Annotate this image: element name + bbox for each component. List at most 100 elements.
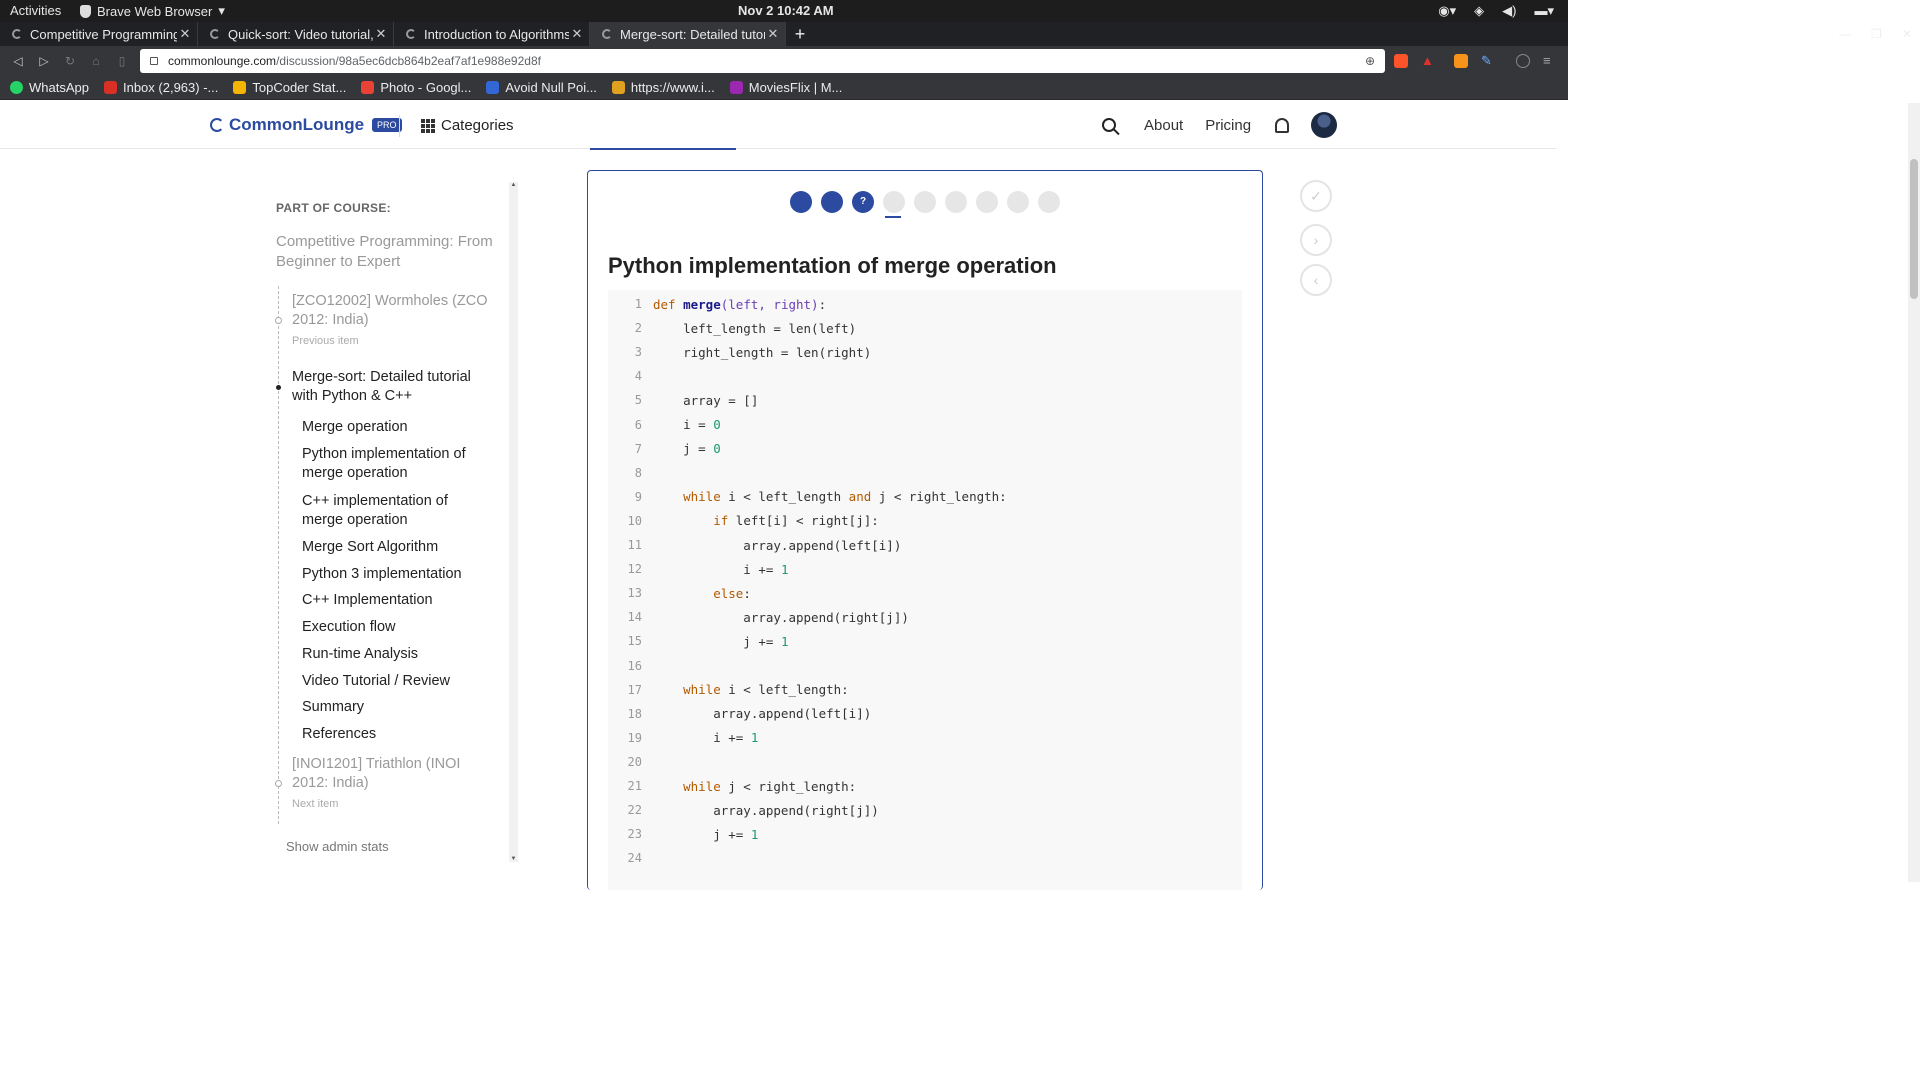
close-tab-icon[interactable]: ✕ [373,26,389,42]
back-button[interactable]: ◁ [9,52,27,70]
bookmark-whatsapp[interactable]: WhatsApp [10,80,89,95]
toc-merge-sort-algorithm[interactable]: Merge Sort Algorithm [302,538,492,557]
progress-step[interactable] [790,191,812,213]
code-line: 24 [608,846,1242,870]
pro-badge: PRO [372,118,402,132]
minimize-icon[interactable]: — [1839,27,1851,41]
app-menu[interactable]: Brave Web Browser ▾ [80,3,225,19]
user-avatar[interactable] [1311,112,1338,138]
progress-step[interactable] [976,191,998,213]
progress-step[interactable]: ? [852,191,874,213]
code-token: i = [653,417,714,432]
restore-icon[interactable]: ❐ [1871,27,1882,41]
network-icon: ◈ [1474,3,1485,18]
bookmark-moviesflix[interactable]: MoviesFlix | M... [729,80,842,95]
toc-video-tutorial[interactable]: Video Tutorial / Review [302,672,492,691]
next-item-link[interactable]: [INOI1201] Triathlon (INOI 2012: India) … [292,755,492,814]
line-number: 24 [627,851,642,866]
code-line: 7 j = 0 [608,437,1242,461]
mark-complete-button[interactable]: ✓ [1300,180,1332,212]
close-tab-icon[interactable]: ✕ [177,26,193,42]
clock[interactable]: Nov 2 10:42 AM [738,3,834,18]
scroll-down-arrow-icon[interactable]: ▼ [509,856,518,862]
show-admin-stats-link[interactable]: Show admin stats [286,839,389,854]
extension-icon[interactable] [1454,54,1468,68]
tab-quick-sort[interactable]: Quick-sort: Video tutorial, ✕ [198,22,394,46]
progress-step[interactable] [821,191,843,213]
next-step-button[interactable]: › [1300,224,1332,256]
tab-introduction-to-algorithms[interactable]: Introduction to Algorithms ✕ [394,22,590,46]
bookmark-google-photos[interactable]: Photo - Googl... [361,80,471,95]
search-icon[interactable] [1102,118,1116,132]
toc-execution-flow[interactable]: Execution flow [302,618,492,637]
toc-python-merge[interactable]: Python implementation of merge operation [302,445,492,483]
activities-button[interactable]: Activities [10,3,61,18]
previous-item-title: [ZCO12002] Wormholes (ZCO 2012: India) [292,293,488,328]
check-icon: ✓ [1310,188,1322,204]
sidebar-scrollbar[interactable]: ▲ ▼ [509,182,518,862]
progress-step[interactable] [914,191,936,213]
toc-cpp-implementation[interactable]: C++ Implementation [302,591,492,610]
system-tray[interactable]: ◉▾ ◈ ◀) ▬▾ [1438,3,1554,19]
current-item[interactable]: Merge-sort: Detailed tutorial with Pytho… [292,368,492,406]
bookmarks-bar: WhatsApp Inbox (2,963) -... TopCoder Sta… [0,76,1568,100]
volume-icon: ◀) [1502,3,1517,18]
previous-item-link[interactable]: [ZCO12002] Wormholes (ZCO 2012: India) P… [292,292,492,351]
tab-title: Quick-sort: Video tutorial, [228,26,373,42]
toc-summary[interactable]: Summary [302,698,492,717]
progress-step[interactable] [883,191,905,213]
notifications-bell-icon[interactable] [1275,117,1290,133]
forward-button[interactable]: ▷ [35,52,53,70]
tab-strip: Competitive Programming ✕ Quick-sort: Vi… [0,22,1568,46]
bookmark-topcoder[interactable]: TopCoder Stat... [233,80,346,95]
close-tab-icon[interactable]: ✕ [765,26,781,42]
scroll-up-arrow-icon[interactable]: ▲ [509,182,518,188]
course-link[interactable]: Competitive Programming: From Beginner t… [276,232,496,272]
progress-step[interactable] [945,191,967,213]
nav-pricing[interactable]: Pricing [1205,117,1251,134]
bookmark-avoid-null[interactable]: Avoid Null Poi... [486,80,597,95]
brave-shields-icon[interactable] [1394,54,1408,68]
new-tab-button[interactable]: + [790,22,810,46]
zoom-icon[interactable]: ⊕ [1365,54,1375,68]
reload-button[interactable]: ↻ [61,52,79,70]
line-number: 1 [634,297,642,311]
close-tab-icon[interactable]: ✕ [569,26,585,42]
categories-menu[interactable]: Categories [421,117,514,134]
code-text: j += 1 [653,634,788,649]
page-scrollbar[interactable] [1908,103,1920,882]
commonlounge-logo[interactable]: CommonLounge PRO [210,115,402,135]
toc-cpp-merge[interactable]: C++ implementation of merge operation [302,492,492,530]
brave-rewards-icon[interactable]: ▲ [1421,54,1435,68]
bookmark-inbox[interactable]: Inbox (2,963) -... [103,80,218,95]
previous-step-button[interactable]: ‹ [1300,264,1332,296]
address-bar[interactable]: commonlounge.com/discussion/98a5ec6dcb86… [140,49,1385,73]
code-token: while [653,489,721,505]
toc-merge-operation[interactable]: Merge operation [302,418,492,437]
system-top-bar: Activities Brave Web Browser ▾ Nov 2 10:… [0,0,1568,22]
tab-merge-sort[interactable]: Merge-sort: Detailed tutor ✕ [590,22,786,46]
code-token: 1 [750,826,759,842]
url-host: commonlounge.com [168,54,277,68]
bookmark-https[interactable]: https://www.i... [611,80,715,95]
code-token: array.append(left[i]) [653,537,902,553]
home-button[interactable]: ⌂ [87,52,105,70]
pen-extension-icon[interactable]: ✎ [1481,54,1495,68]
code-line: 21 while j < right_length: [608,774,1242,798]
code-text: left_length = len(left) [653,321,856,336]
progress-step[interactable] [1007,191,1029,213]
bookmark-button[interactable]: ▯ [113,52,131,70]
menu-icon[interactable]: ≡ [1543,54,1557,68]
progress-step[interactable] [1038,191,1060,213]
close-window-icon[interactable]: ✕ [1902,27,1912,41]
toc-python3-implementation[interactable]: Python 3 implementation [302,565,492,584]
tab-competitive-programming[interactable]: Competitive Programming ✕ [0,22,198,46]
toc-references[interactable]: References [302,725,492,744]
nav-about[interactable]: About [1144,117,1183,134]
accessibility-icon[interactable]: ◉▾ [1438,3,1456,19]
toc-runtime-analysis[interactable]: Run-time Analysis [302,645,492,664]
profile-icon[interactable] [1516,54,1530,68]
page-scroll-thumb[interactable] [1910,159,1918,299]
code-text: array.append(left[i]) [653,538,901,553]
code-line: 11 array.append(left[i]) [608,533,1242,557]
